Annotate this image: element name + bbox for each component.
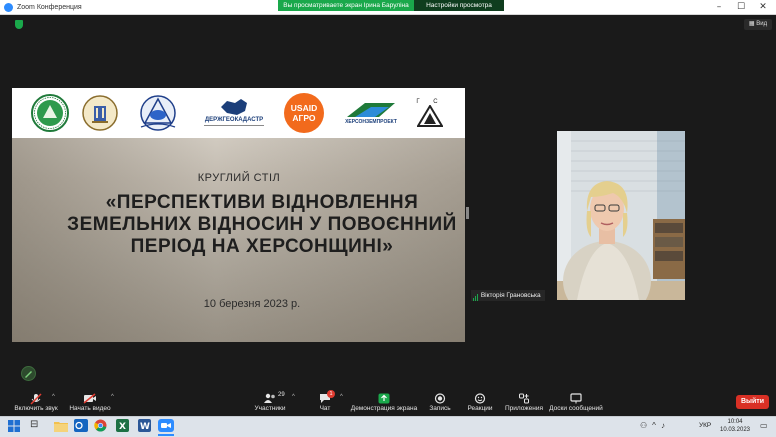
participants-count: 29 (278, 392, 285, 398)
annotate-button[interactable] (21, 366, 36, 381)
svg-text:X: X (119, 422, 126, 432)
chat-badge: 1 (327, 390, 335, 398)
excel-icon[interactable]: X (116, 419, 130, 433)
chat-button[interactable]: 1 Чат (312, 390, 338, 416)
participant-name-tag: Вікторія Грановська (471, 290, 545, 301)
word-icon[interactable]: W (138, 419, 152, 433)
video-options-chevron-icon[interactable]: ^ (111, 394, 114, 400)
slide-date: 10 березня 2023 р. (203, 298, 301, 310)
active-app-indicator (158, 434, 174, 436)
slide-subtitle: КРУГЛИЙ СТІЛ (197, 172, 281, 184)
participant-video[interactable] (557, 131, 685, 300)
svg-text:W: W (140, 422, 150, 432)
view-label: Вид (756, 21, 768, 27)
unmute-button[interactable]: Включить звук (8, 390, 64, 416)
audio-options-chevron-icon[interactable]: ^ (52, 394, 55, 400)
close-window-button[interactable]: ✕ (752, 1, 774, 13)
participant-name: Вікторія Грановська (480, 292, 541, 299)
start-video-label: Начать видео (69, 405, 111, 412)
notifications-icon[interactable]: ▭ (760, 421, 770, 432)
agrarian-university-logo (132, 95, 184, 131)
window-title: Zoom Конференция (17, 4, 82, 11)
dergeokadastr-logo: ДЕРЖГЕОКАДАСТР (195, 95, 273, 131)
windows-start-icon[interactable] (8, 419, 22, 433)
gis-logo: Г С (412, 95, 448, 131)
keyboard-language[interactable]: УКР (699, 422, 711, 429)
file-explorer-icon[interactable] (54, 419, 68, 433)
participants-label: Участники (254, 405, 286, 412)
share-screen-button[interactable]: Демонстрация экрана (350, 390, 418, 416)
task-view-icon[interactable]: ⊟ (30, 419, 44, 433)
volume-icon[interactable]: ♪ (661, 421, 670, 430)
zoom-app-icon (4, 3, 13, 12)
whiteboards-button[interactable]: Доски сообщений (549, 390, 603, 416)
split-view-handle[interactable] (466, 207, 469, 219)
security-shield-icon[interactable] (15, 20, 23, 29)
zoom-taskbar-icon[interactable] (158, 419, 174, 433)
participants-options-chevron-icon[interactable]: ^ (292, 394, 295, 400)
share-screen-icon (378, 393, 390, 404)
reactions-button[interactable]: Реакции (464, 390, 496, 416)
leave-meeting-button[interactable]: Выйти (736, 395, 769, 409)
record-button[interactable]: Запись (424, 390, 456, 416)
slide-logo-bar: ДЕРЖГЕОКАДАСТР USAID АГРО ХЕРСОНЗЕМПРОЕК… (12, 88, 465, 138)
camera-off-icon (83, 393, 96, 404)
people-icon[interactable]: ⚇ (640, 421, 652, 430)
clock-time: 10:04 (727, 419, 743, 425)
chat-label: Чат (319, 405, 331, 412)
view-settings-button[interactable]: Настройки просмотра (414, 0, 504, 11)
record-icon (434, 393, 446, 404)
apps-button[interactable]: Приложения (504, 390, 544, 416)
round-green-logo (30, 94, 70, 132)
apps-label: Приложения (504, 405, 544, 412)
minimize-button[interactable]: – (708, 1, 730, 13)
unmute-label: Включить звук (14, 405, 58, 412)
whiteboards-label: Доски сообщений (549, 405, 603, 412)
participants-button[interactable]: 29 Участники (250, 390, 290, 416)
smiley-icon (474, 393, 486, 404)
taskbar-clock[interactable]: 10:04 10.03.2023 (716, 418, 754, 434)
share-screen-label: Демонстрация экрана (350, 405, 418, 412)
record-label: Запись (429, 405, 451, 412)
signal-strength-icon (473, 292, 479, 301)
whiteboard-icon (570, 393, 582, 404)
chevron-up-icon[interactable]: ^ (652, 421, 661, 430)
university-logo (80, 95, 120, 131)
khersonzemproekt-logo: ХЕРСОНЗЕМПРОЕКТ (342, 95, 400, 131)
participants-icon (264, 393, 275, 403)
chrome-icon[interactable] (94, 419, 108, 433)
view-button[interactable]: ▦ Вид (744, 19, 772, 30)
start-video-button[interactable]: Начать видео (64, 390, 116, 416)
chat-options-chevron-icon[interactable]: ^ (340, 394, 343, 400)
usaid-agro-logo: USAID АГРО (282, 93, 326, 133)
reactions-label: Реакции (467, 405, 493, 412)
system-tray-icons[interactable]: ⚇^♪ (640, 421, 670, 430)
outlook-icon[interactable] (74, 419, 88, 433)
apps-icon (519, 393, 529, 404)
pencil-icon (25, 371, 32, 378)
microphone-muted-icon (30, 393, 42, 405)
slide-title: «ПЕРСПЕКТИВИ ВІДНОВЛЕННЯ ЗЕМЕЛЬНИХ ВІДНО… (67, 192, 457, 257)
screen-share-banner: Вы просматриваете экран Ірина Баруліна (278, 0, 414, 11)
shared-screen-slide: ДЕРЖГЕОКАДАСТР USAID АГРО ХЕРСОНЗЕМПРОЕК… (12, 88, 465, 342)
maximize-button[interactable]: ☐ (730, 1, 752, 13)
clock-date: 10.03.2023 (719, 427, 751, 433)
